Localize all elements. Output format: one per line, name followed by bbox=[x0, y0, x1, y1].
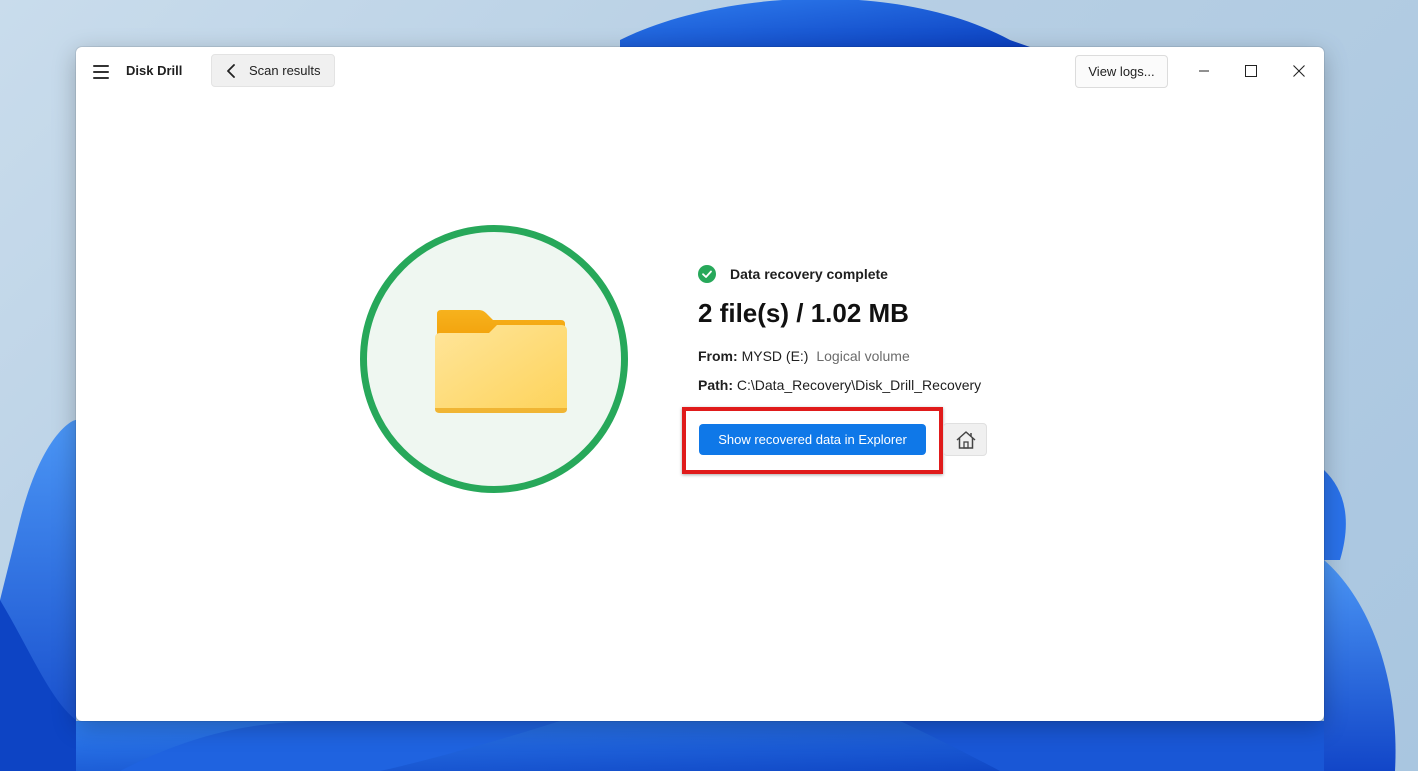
title-bar: Disk Drill Scan results View logs... bbox=[76, 47, 1324, 97]
app-window: Disk Drill Scan results View logs... Dat… bbox=[76, 47, 1324, 721]
view-logs-button[interactable]: View logs... bbox=[1075, 55, 1168, 88]
hamburger-menu-icon[interactable] bbox=[90, 62, 112, 82]
app-title: Disk Drill bbox=[126, 63, 183, 78]
maximize-icon bbox=[1245, 65, 1257, 77]
recovery-summary: 2 file(s) / 1.02 MB bbox=[698, 298, 909, 328]
maximize-button[interactable] bbox=[1235, 59, 1267, 83]
from-value: MYSD (E:) bbox=[741, 348, 809, 364]
back-to-scan-results-button[interactable]: Scan results bbox=[211, 54, 335, 87]
close-icon bbox=[1293, 65, 1305, 77]
back-button-label: Scan results bbox=[249, 63, 321, 78]
minimize-icon bbox=[1199, 70, 1209, 72]
source-info: From: MYSD (E:) Logical volume bbox=[698, 348, 910, 364]
home-icon bbox=[956, 431, 976, 449]
from-label: From: bbox=[698, 348, 738, 364]
show-in-explorer-button[interactable]: Show recovered data in Explorer bbox=[699, 424, 926, 455]
close-button[interactable] bbox=[1283, 59, 1315, 83]
folder-icon bbox=[435, 310, 567, 413]
chevron-left-icon bbox=[227, 64, 235, 78]
status-text: Data recovery complete bbox=[730, 266, 888, 282]
success-circle bbox=[360, 225, 628, 493]
minimize-button[interactable] bbox=[1188, 59, 1220, 83]
path-info: Path: C:\Data_Recovery\Disk_Drill_Recove… bbox=[698, 377, 981, 393]
home-button[interactable] bbox=[943, 423, 987, 456]
path-value: C:\Data_Recovery\Disk_Drill_Recovery bbox=[736, 377, 982, 393]
desktop-background: Disk Drill Scan results View logs... Dat… bbox=[0, 0, 1418, 771]
path-label: Path: bbox=[698, 377, 733, 393]
check-circle-icon bbox=[698, 265, 716, 283]
from-type: Logical volume bbox=[816, 348, 910, 364]
